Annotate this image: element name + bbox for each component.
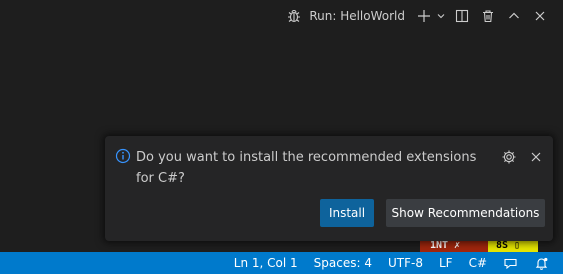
indentation[interactable]: Spaces: 4 bbox=[306, 252, 380, 274]
encoding[interactable]: UTF-8 bbox=[380, 252, 431, 274]
close-notification-icon[interactable] bbox=[527, 148, 545, 166]
notification-message: Do you want to install the recommended e… bbox=[136, 150, 477, 186]
info-icon bbox=[115, 148, 131, 164]
panel-toolbar: Run: HelloWorld bbox=[283, 0, 563, 32]
close-icon[interactable] bbox=[529, 5, 551, 27]
chevron-up-icon[interactable] bbox=[503, 5, 525, 27]
language-mode[interactable]: C# bbox=[461, 252, 495, 274]
add-icon[interactable] bbox=[413, 5, 435, 27]
feedback-icon[interactable] bbox=[495, 252, 526, 274]
run-configuration-label: Run: HelloWorld bbox=[309, 9, 405, 23]
install-button[interactable]: Install bbox=[320, 199, 374, 227]
trash-icon[interactable] bbox=[477, 5, 499, 27]
cursor-position[interactable]: Ln 1, Col 1 bbox=[226, 252, 306, 274]
end-of-line[interactable]: LF bbox=[431, 252, 461, 274]
debug-icon bbox=[283, 5, 305, 27]
split-icon[interactable] bbox=[451, 5, 473, 27]
chevron-down-icon[interactable] bbox=[435, 5, 447, 27]
run-configuration[interactable]: Run: HelloWorld bbox=[283, 5, 405, 27]
gear-icon[interactable] bbox=[500, 148, 518, 166]
bell-icon[interactable] bbox=[526, 252, 557, 274]
extension-recommendation-notification: Do you want to install the recommended e… bbox=[105, 136, 553, 241]
show-recommendations-button[interactable]: Show Recommendations bbox=[386, 199, 545, 227]
status-bar: Ln 1, Col 1 Spaces: 4 UTF-8 LF C# bbox=[0, 252, 563, 274]
